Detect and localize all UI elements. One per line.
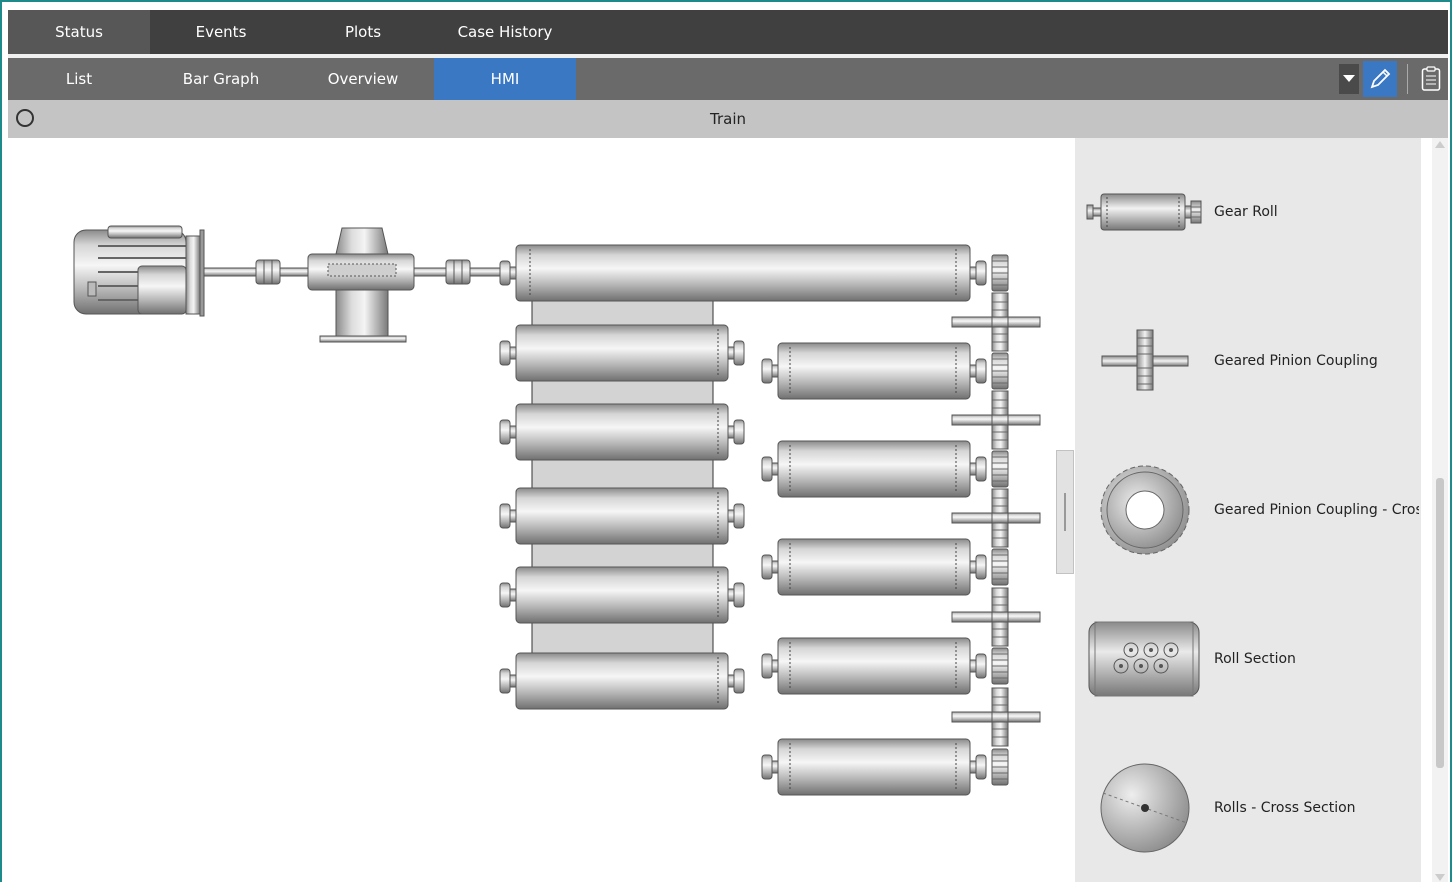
panel-resize-handle[interactable]: [1056, 450, 1074, 574]
palette-item-rolls-cross-section[interactable]: Rolls - Cross Section: [1075, 763, 1421, 853]
app-frame: Status Events Plots Case History List Ba…: [0, 0, 1452, 882]
left-roll[interactable]: [499, 403, 745, 461]
rolls-cross-section-icon: [1085, 763, 1205, 853]
left-roll[interactable]: [499, 652, 745, 710]
scroll-up-arrow-icon[interactable]: [1432, 138, 1448, 150]
palette-item-geared-pinion-cross[interactable]: Geared Pinion Coupling - Cros: [1075, 465, 1421, 555]
subtab-hmi[interactable]: HMI: [434, 58, 576, 100]
sub-tab-bar: List Bar Graph Overview HMI: [8, 58, 1448, 100]
palette-item-label: Roll Section: [1214, 651, 1296, 667]
palette-item-label: Rolls - Cross Section: [1214, 800, 1356, 816]
motor[interactable]: [73, 225, 205, 317]
subtab-list[interactable]: List: [8, 58, 150, 100]
scroll-down-arrow-icon[interactable]: [1432, 872, 1448, 882]
hmi-canvas[interactable]: [8, 138, 1074, 882]
subtab-bar-graph[interactable]: Bar Graph: [150, 58, 292, 100]
right-rolls[interactable]: [761, 342, 1009, 796]
main-tab-bar: Status Events Plots Case History: [8, 10, 1448, 54]
tab-plots[interactable]: Plots: [292, 10, 434, 54]
right-roll[interactable]: [761, 342, 1009, 400]
view-title-bar: Train: [8, 100, 1448, 138]
palette-item-label: Gear Roll: [1214, 204, 1278, 220]
tab-status[interactable]: Status: [8, 10, 150, 54]
hmi-diagram: [73, 225, 1041, 796]
right-roll[interactable]: [761, 538, 1009, 596]
roll-section-icon: [1085, 614, 1205, 704]
gear-roll-icon: [1085, 167, 1205, 257]
right-roll[interactable]: [761, 440, 1009, 498]
palette-item-roll-section[interactable]: Roll Section: [1075, 614, 1421, 704]
left-roll[interactable]: [499, 566, 745, 624]
edit-pencil-icon[interactable]: [1363, 61, 1397, 97]
view-title: Train: [710, 110, 746, 128]
tab-case-history[interactable]: Case History: [434, 10, 576, 54]
palette-item-label: Geared Pinion Coupling - Cros: [1214, 502, 1419, 518]
geared-pinion-cross-section-icon: [1085, 465, 1205, 555]
toolbar-divider: [1407, 64, 1408, 94]
dropdown-arrow-icon[interactable]: [1339, 64, 1359, 94]
tab-events[interactable]: Events: [150, 10, 292, 54]
palette-item-geared-pinion-coupling[interactable]: Geared Pinion Coupling: [1075, 316, 1421, 406]
gearbox[interactable]: [307, 227, 415, 343]
top-gear-roll[interactable]: [499, 244, 1009, 302]
right-roll[interactable]: [761, 637, 1009, 695]
left-roll[interactable]: [499, 487, 745, 545]
subtab-overview[interactable]: Overview: [292, 58, 434, 100]
palette-item-label: Geared Pinion Coupling: [1214, 353, 1378, 369]
component-palette: Gear Roll Geared Pinion Coupling Geared …: [1075, 138, 1421, 882]
scrollbar-thumb[interactable]: [1436, 478, 1444, 768]
geared-pinion-coupling-icon: [1085, 316, 1205, 406]
palette-item-gear-roll[interactable]: Gear Roll: [1075, 167, 1421, 257]
left-roll[interactable]: [499, 324, 745, 382]
palette-scrollbar[interactable]: [1432, 138, 1448, 882]
right-roll[interactable]: [761, 738, 1009, 796]
clipboard-icon[interactable]: [1418, 64, 1444, 94]
toolbar: [1339, 58, 1448, 100]
